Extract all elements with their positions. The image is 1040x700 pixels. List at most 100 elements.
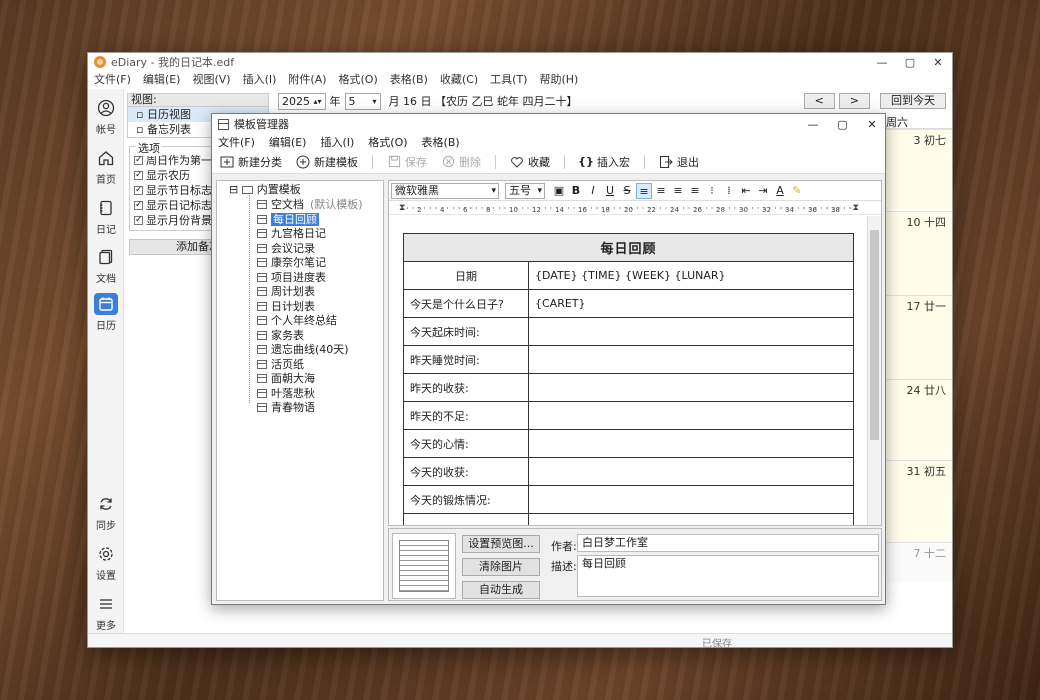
tree-item-template[interactable]: 青春物语 bbox=[257, 401, 315, 416]
bold-icon[interactable]: B bbox=[568, 183, 584, 199]
table-value-cell[interactable] bbox=[528, 401, 854, 430]
table-value-cell[interactable]: {CARET} bbox=[528, 289, 854, 318]
menu-view[interactable]: 视图(V) bbox=[192, 71, 230, 87]
tree-item-template[interactable]: 项目进度表 bbox=[257, 271, 326, 286]
dialog-close-button[interactable]: ✕ bbox=[859, 118, 885, 131]
maximize-button[interactable]: ▢ bbox=[896, 56, 924, 69]
rail-calendar[interactable]: 日历 bbox=[88, 293, 124, 332]
close-button[interactable]: ✕ bbox=[924, 56, 952, 69]
favorite-button[interactable]: 收藏 bbox=[510, 154, 550, 170]
table-value-cell[interactable] bbox=[528, 317, 854, 346]
table-label-cell[interactable] bbox=[403, 513, 529, 525]
rail-document[interactable]: 文档 bbox=[88, 246, 124, 285]
outdent-icon[interactable]: ⇤ bbox=[738, 183, 754, 199]
table-label-cell[interactable]: 今天的锻炼情况: bbox=[403, 485, 529, 514]
checkbox-icon[interactable] bbox=[134, 153, 143, 168]
delete-button[interactable]: 删除 bbox=[441, 154, 481, 170]
bullet-list-icon[interactable]: ⁝ bbox=[704, 183, 720, 199]
prev-month-button[interactable]: < bbox=[803, 93, 835, 109]
dialog-menu-table[interactable]: 表格(B) bbox=[422, 134, 460, 150]
numbered-list-icon[interactable]: ⁞ bbox=[721, 183, 737, 199]
new-template-button[interactable]: 新建模板 bbox=[296, 154, 358, 170]
checkbox-icon[interactable] bbox=[134, 168, 143, 183]
dialog-menu-format[interactable]: 格式(O) bbox=[368, 134, 407, 150]
tree-item-template[interactable]: 周计划表 bbox=[257, 285, 315, 300]
table-value-cell[interactable] bbox=[528, 345, 854, 374]
menu-format[interactable]: 格式(O) bbox=[339, 71, 378, 87]
tree-item-template[interactable]: 家务表 bbox=[257, 329, 304, 344]
table-label-cell[interactable]: 日期 bbox=[403, 261, 529, 290]
scrollbar-thumb[interactable] bbox=[870, 230, 879, 440]
strikethrough-icon[interactable]: S bbox=[619, 183, 635, 199]
dialog-minimize-button[interactable]: — bbox=[800, 118, 826, 131]
menu-insert[interactable]: 插入(I) bbox=[243, 71, 277, 87]
vertical-scrollbar[interactable] bbox=[867, 216, 881, 525]
checkbox-icon[interactable] bbox=[134, 213, 143, 228]
font-family-select[interactable]: 微软雅黑 bbox=[391, 182, 499, 199]
tree-item-template[interactable]: 遗忘曲线(40天) bbox=[257, 343, 349, 358]
save-button[interactable]: 保存 bbox=[387, 154, 427, 170]
table-label-cell[interactable]: 今天的收获: bbox=[403, 457, 529, 486]
table-value-cell[interactable] bbox=[528, 485, 854, 514]
table-value-cell[interactable]: {DATE} {TIME} {WEEK} {LUNAR} bbox=[528, 261, 854, 290]
rail-more[interactable]: 更多 bbox=[88, 593, 124, 632]
insert-macro-button[interactable]: {} 插入宏 bbox=[578, 154, 630, 170]
document-area[interactable]: 每日回顾 日期 {DATE} {TIME} {WEEK} {LUNAR} 今天是个什… bbox=[389, 216, 867, 525]
right-indent-marker-icon[interactable]: ⧗ bbox=[853, 203, 859, 213]
dialog-menu-edit[interactable]: 编辑(E) bbox=[269, 134, 307, 150]
align-left-icon[interactable]: ≡ bbox=[636, 182, 652, 199]
align-justify-icon[interactable]: ≡ bbox=[687, 183, 703, 199]
font-color-icon[interactable]: A bbox=[772, 183, 788, 199]
next-month-button[interactable]: > bbox=[838, 93, 870, 109]
menu-file[interactable]: 文件(F) bbox=[94, 71, 131, 87]
align-right-icon[interactable]: ≡ bbox=[670, 183, 686, 199]
tree-item-template[interactable]: 面朝大海 bbox=[257, 372, 315, 387]
exit-button[interactable]: 退出 bbox=[659, 154, 699, 170]
minimize-button[interactable]: — bbox=[868, 56, 896, 69]
clear-image-button[interactable]: 清除图片 bbox=[462, 558, 540, 576]
table-label-cell[interactable]: 昨天的收获: bbox=[403, 373, 529, 402]
table-value-cell[interactable] bbox=[528, 429, 854, 458]
tree-item-template[interactable]: 康奈尔笔记 bbox=[257, 256, 326, 271]
rail-diary[interactable]: 日记 bbox=[88, 197, 124, 236]
table-value-cell[interactable] bbox=[528, 373, 854, 402]
menu-favorites[interactable]: 收藏(C) bbox=[440, 71, 478, 87]
year-spinner[interactable]: 2025 ▴▾ bbox=[278, 92, 326, 110]
table-value-cell[interactable] bbox=[528, 457, 854, 486]
checkbox-icon[interactable] bbox=[134, 198, 143, 213]
table-value-cell[interactable] bbox=[528, 513, 854, 525]
rail-settings[interactable]: 设置 bbox=[88, 543, 124, 582]
menu-attachment[interactable]: 附件(A) bbox=[288, 71, 326, 87]
tree-item-template[interactable]: 活页纸 bbox=[257, 358, 304, 373]
tree-item-template[interactable]: 空文档 (默认模板) bbox=[257, 198, 363, 213]
rail-sync[interactable]: 同步 bbox=[88, 493, 124, 532]
today-button[interactable]: 回到今天 bbox=[880, 93, 946, 109]
auto-generate-button[interactable]: 自动生成 bbox=[462, 581, 540, 599]
tree-item-template[interactable]: 个人年终总结 bbox=[257, 314, 337, 329]
menu-table[interactable]: 表格(B) bbox=[390, 71, 428, 87]
indent-icon[interactable]: ⇥ bbox=[755, 183, 771, 199]
new-category-button[interactable]: 新建分类 bbox=[220, 154, 282, 170]
author-input[interactable]: 白日梦工作室 bbox=[577, 534, 879, 552]
dialog-menu-file[interactable]: 文件(F) bbox=[218, 134, 255, 150]
dialog-maximize-button[interactable]: ▢ bbox=[830, 118, 856, 131]
image-icon[interactable]: ▣ bbox=[551, 183, 567, 199]
tree-item-template[interactable]: 叶落悲秋 bbox=[257, 387, 315, 402]
month-select[interactable]: 5 ▾ bbox=[344, 92, 381, 110]
menu-tools[interactable]: 工具(T) bbox=[490, 71, 527, 87]
dialog-menu-insert[interactable]: 插入(I) bbox=[320, 134, 354, 150]
underline-icon[interactable]: U bbox=[602, 183, 618, 199]
tree-root-builtin[interactable]: ⊟ 内置模板 bbox=[229, 183, 301, 198]
rail-home[interactable]: 首页 bbox=[88, 147, 124, 186]
description-input[interactable]: 每日回顾 bbox=[577, 555, 879, 597]
font-size-select[interactable]: 五号 bbox=[505, 182, 545, 199]
table-label-cell[interactable]: 今天的心情: bbox=[403, 429, 529, 458]
highlight-icon[interactable]: ✎ bbox=[789, 183, 805, 199]
left-indent-marker-icon[interactable]: ⧗ bbox=[399, 203, 405, 213]
menu-edit[interactable]: 编辑(E) bbox=[143, 71, 181, 87]
tree-item-template[interactable]: 九宫格日记 bbox=[257, 227, 326, 242]
tree-item-template[interactable]: 日计划表 bbox=[257, 300, 315, 315]
checkbox-icon[interactable] bbox=[134, 183, 143, 198]
align-center-icon[interactable]: ≡ bbox=[653, 183, 669, 199]
rail-account[interactable]: 帐号 bbox=[88, 97, 124, 136]
